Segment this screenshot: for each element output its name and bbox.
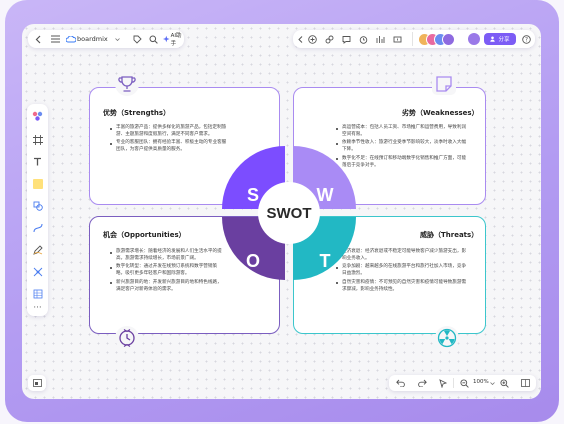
map-icon [32,378,42,388]
cursor-icon[interactable] [438,378,448,388]
strengths-list: 丰富的旅游产品：提供多样化的旅游产品，包括定制旅游、主题旅游和度假旅行，满足不同… [109,125,227,156]
share-label: 分享 [498,37,510,43]
opportunities-list: 旅游需求增长：随着经济的发展和人们生活水平的提高，旅游需求持续增长，市场前景广阔… [109,249,225,295]
user-avatar[interactable] [468,33,480,45]
chevron-down-icon[interactable] [114,36,120,42]
text-icon[interactable] [31,155,44,168]
list-item: 丰富的旅游产品：提供多样化的旅游产品，包括定制旅游、主题旅游和度假旅行，满足不同… [109,125,227,139]
badge-icon [115,326,139,350]
mindmap-icon[interactable] [31,265,44,278]
minimap-button[interactable] [28,375,46,391]
list-item: 自然灾害和疫情：不可预见的自然灾害和疫情可能导致旅游需求骤减，影响业务持续性。 [335,280,467,294]
list-item: 新兴旅游目的地：开发新兴旅游目的地和特色线路，满足客户对新奇体验的需求。 [109,280,225,294]
list-item: 数字化转型：通过开发在线预订系统和数字营销策略，吸引更多年轻客户和国际游客。 [109,264,225,278]
list-item: 高运营成本：包括人员工资、市场推广和运营费用，导致利润空间有限。 [335,125,467,139]
back-chevron-icon[interactable] [33,33,43,45]
avatar [442,33,455,46]
sticky-note-icon[interactable] [31,177,44,190]
trophy-icon [115,72,139,96]
zoom-in-icon[interactable] [499,378,509,388]
letter-o: O [245,250,260,271]
chevron-left-icon[interactable] [295,34,305,44]
left-toolbar: ··· [27,104,48,316]
list-item: 专业的客服团队：拥有经验丰富、积极主动的专业客服团队，为客户提供高质量的服务。 [109,140,227,154]
radiation-icon [435,326,459,350]
divider [412,32,413,46]
top-right-toolbar: 分享 ? [293,30,535,48]
add-user-icon [490,36,496,42]
collaborator-avatars[interactable] [418,33,458,46]
zoom-dropdown-chevron-icon[interactable] [489,380,495,386]
boardmix-logo-icon [65,33,77,45]
link-icon[interactable] [324,34,334,44]
ai-assistant-button[interactable]: AI助手 [163,33,184,47]
redo-icon[interactable] [417,378,427,388]
search-icon[interactable] [147,33,159,45]
share-screen-icon[interactable] [392,34,402,44]
threats-title: 威胁（Threats） [420,231,479,239]
frame-icon[interactable] [31,133,44,146]
tag-icon[interactable] [131,33,143,45]
zoom-level[interactable]: 100% [473,379,489,385]
shapes-icon[interactable] [31,199,44,212]
fit-screen-icon[interactable] [520,378,530,388]
bottom-toolbar: 100% [389,375,536,391]
swot-center-label: SWOT [266,204,312,222]
add-icon[interactable] [307,34,317,44]
strengths-title: 优势（Strengths） [103,109,171,117]
timer-icon[interactable] [358,34,368,44]
pen-icon[interactable] [31,243,44,256]
svg-text:?: ? [524,36,527,43]
present-icon[interactable] [375,34,385,44]
weaknesses-title: 劣势（Weaknesses） [402,109,479,117]
letter-t: T [319,250,331,271]
ai-assistant-label: AI助手 [170,33,182,47]
ai-sparkle-icon [163,35,170,43]
undo-icon[interactable] [395,378,405,388]
comment-icon[interactable] [341,34,351,44]
opportunities-title: 机会（Opportunities） [103,231,186,239]
top-left-toolbar: boardmix AI助手 [28,30,184,48]
table-icon[interactable] [31,287,44,300]
share-button[interactable]: 分享 [484,33,516,45]
help-icon[interactable]: ? [521,34,531,44]
connector-icon[interactable] [31,221,44,234]
more-icon[interactable]: ··· [31,303,44,313]
divider [453,378,454,388]
zoom-out-icon[interactable] [459,378,469,388]
list-item: 旅游需求增长：随着经济的发展和人们生活水平的提高，旅游需求持续增长，市场前景广阔… [109,249,225,263]
app-name[interactable]: boardmix [77,35,108,43]
ai-palette-icon[interactable] [31,110,44,123]
menu-icon[interactable] [49,33,61,45]
swot-center-graphic: S W O T SWOT [222,146,356,280]
board-window: boardmix AI助手 分享 ? ··· 100% 优势（Strengths… [22,24,541,399]
note-icon [432,73,456,95]
